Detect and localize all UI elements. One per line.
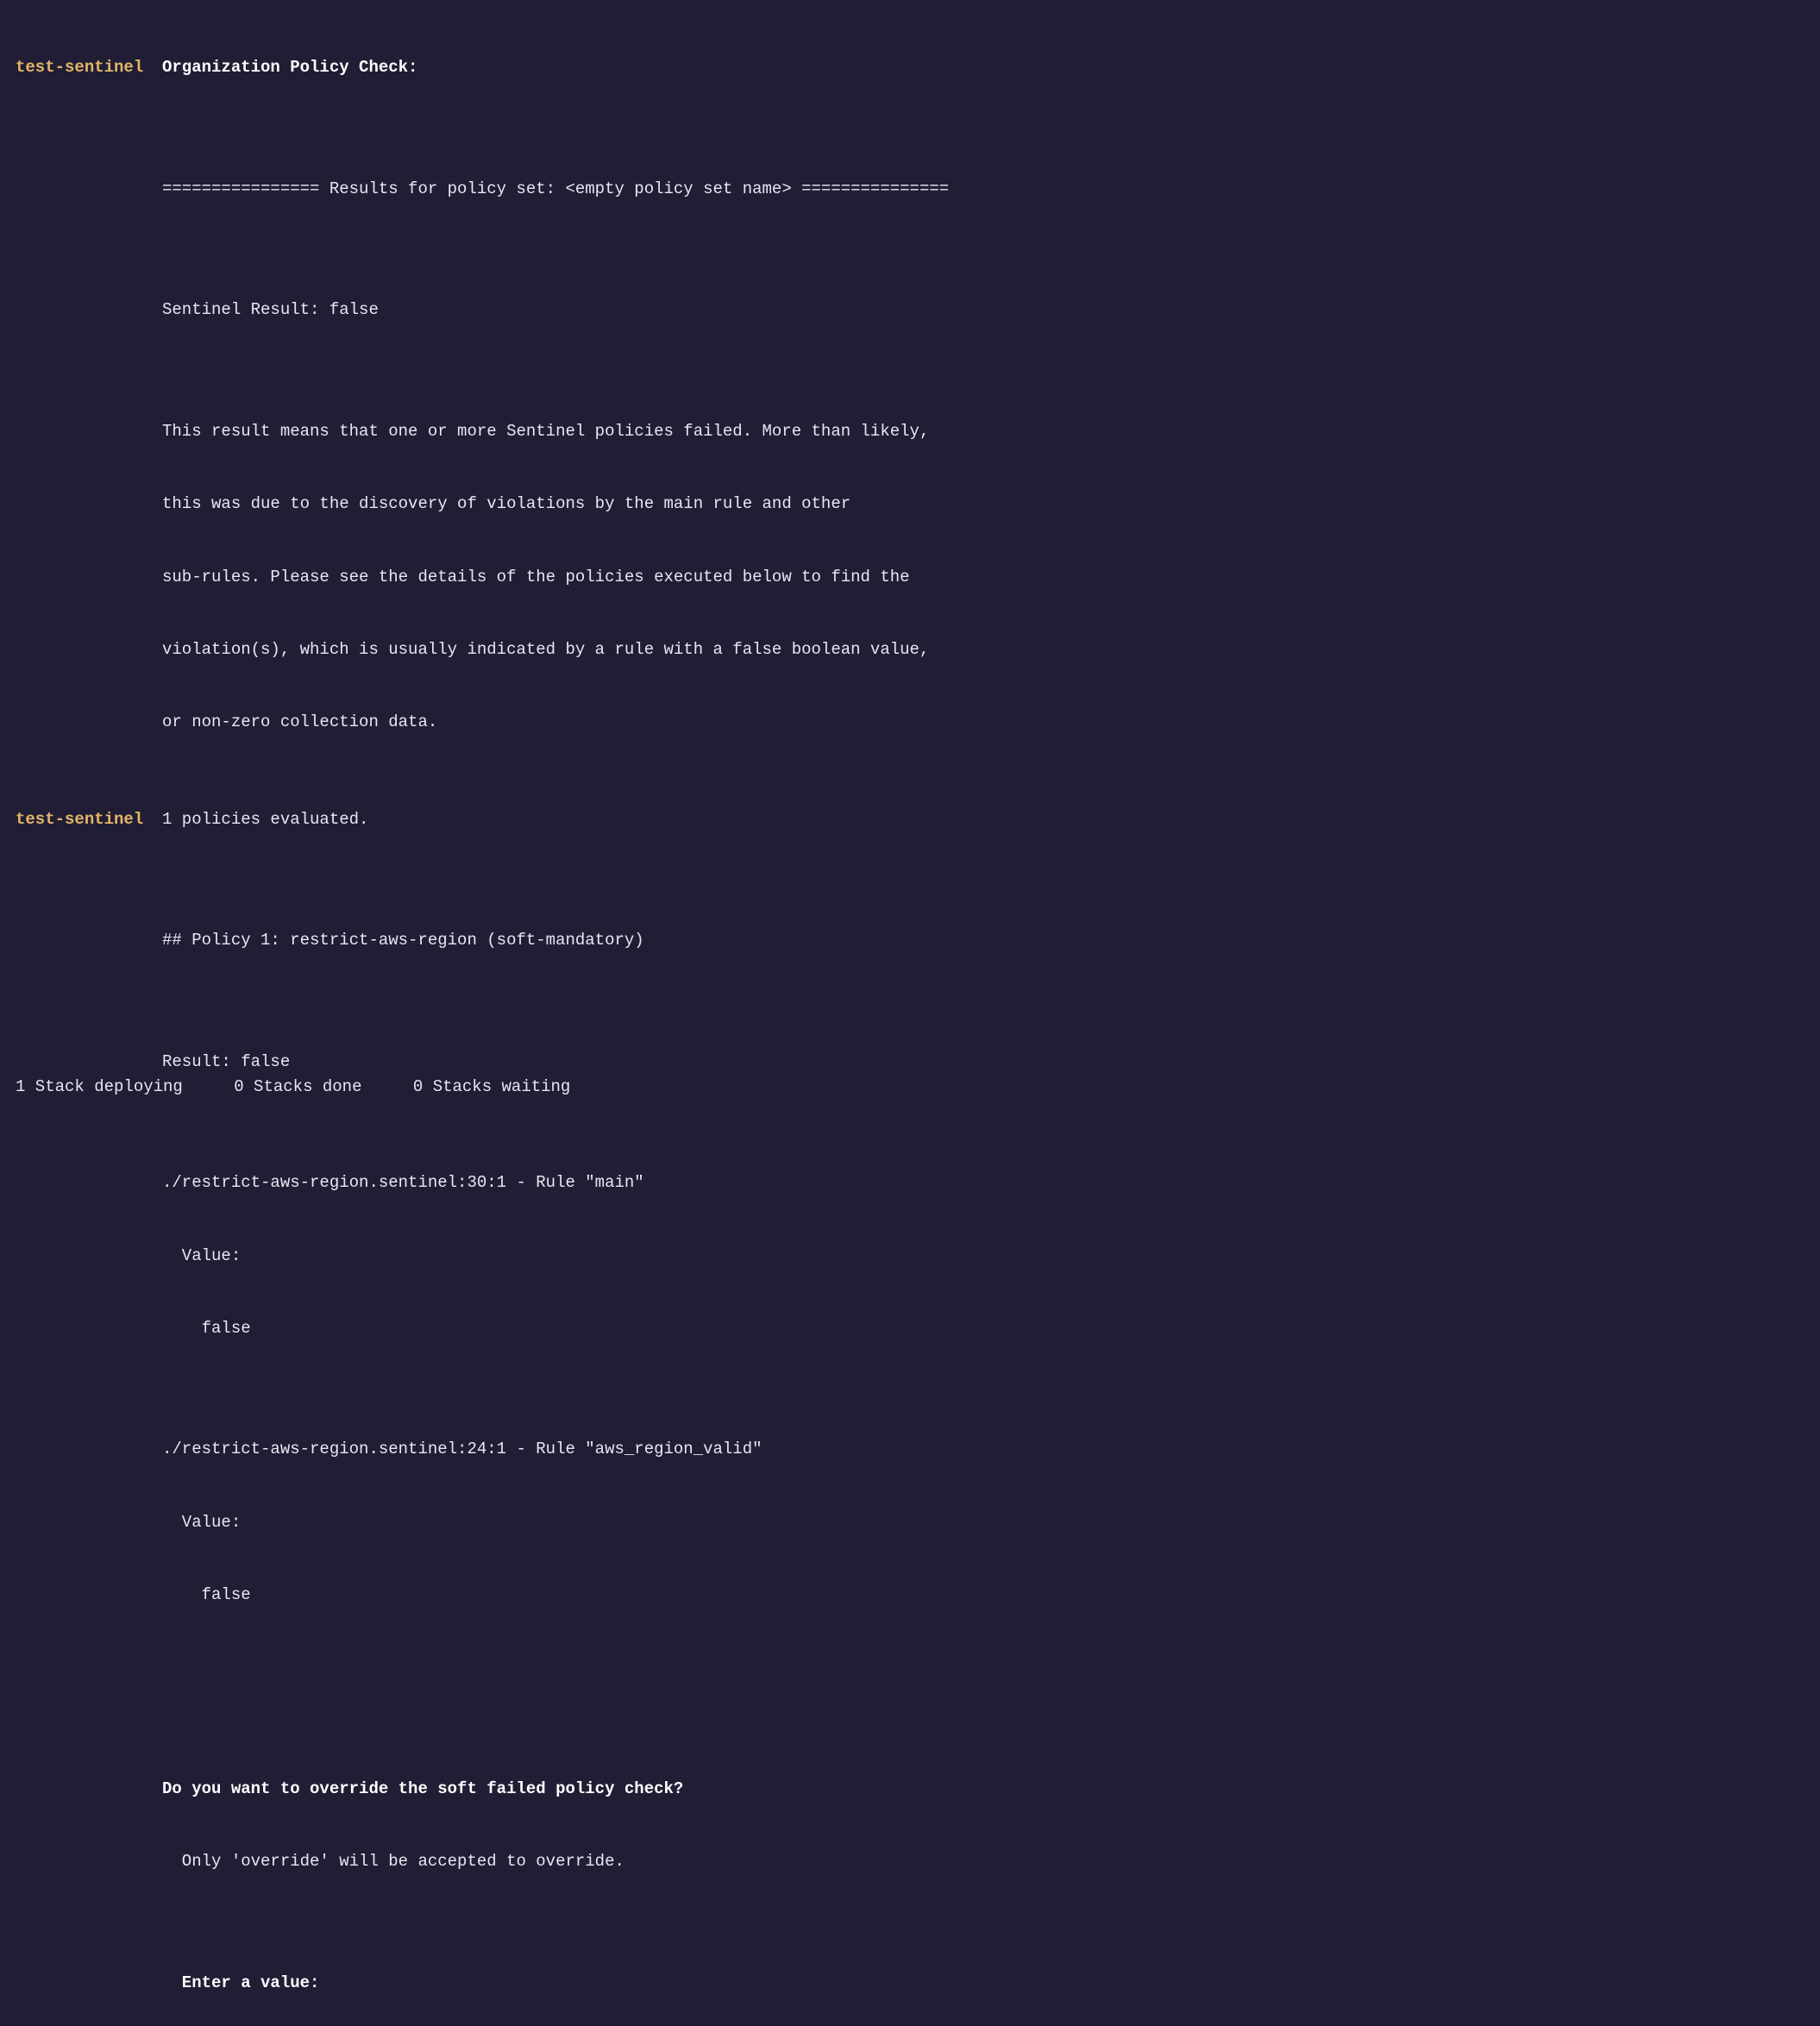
log-line: false (16, 1583, 1804, 1607)
log-line: this was due to the discovery of violati… (16, 492, 1804, 516)
log-text: This result means that one or more Senti… (162, 419, 929, 443)
results-divider: ================ Results for policy set:… (162, 177, 949, 201)
log-line: Value: (16, 1510, 1804, 1534)
log-text: Value: (162, 1510, 241, 1534)
log-text: false (162, 1583, 251, 1607)
log-line: ./restrict-aws-region.sentinel:24:1 - Ru… (16, 1437, 1804, 1461)
log-line: false (16, 1316, 1804, 1340)
status-bar: 1 Stack deploying 0 Stacks done 0 Stacks… (16, 1075, 612, 1099)
terminal-output: test-sentinel Organization Policy Check:… (0, 0, 1820, 2026)
enter-value-prompt: Enter a value: (162, 1971, 329, 1995)
log-line: ## Policy 1: restrict-aws-region (soft-m… (16, 928, 1804, 952)
stack-prefix: test-sentinel (16, 55, 162, 79)
log-text: violation(s), which is usually indicated… (162, 637, 929, 662)
log-text: this was due to the discovery of violati… (162, 492, 850, 516)
override-prompt-hint: Only 'override' will be accepted to over… (162, 1849, 624, 1873)
prompt-hint-line: Only 'override' will be accepted to over… (16, 1849, 1804, 1873)
override-prompt-question: Do you want to override the soft failed … (162, 1777, 683, 1801)
policy-title: ## Policy 1: restrict-aws-region (soft-m… (162, 928, 644, 952)
sentinel-result: Sentinel Result: false (162, 298, 379, 322)
status-waiting: 0 Stacks waiting (413, 1077, 570, 1096)
stack-prefix: test-sentinel (16, 807, 162, 831)
log-text: sub-rules. Please see the details of the… (162, 565, 910, 589)
enter-value-line[interactable]: Enter a value: (16, 1971, 1804, 1995)
log-text: Value: (162, 1244, 241, 1268)
log-line: Sentinel Result: false (16, 298, 1804, 322)
policy-check-header: Organization Policy Check: (162, 55, 417, 79)
log-line: ./restrict-aws-region.sentinel:30:1 - Ru… (16, 1170, 1804, 1195)
log-line: or non-zero collection data. (16, 710, 1804, 734)
log-line: sub-rules. Please see the details of the… (16, 565, 1804, 589)
prompt-line: Do you want to override the soft failed … (16, 1777, 1804, 1801)
rule-aws-region-valid: ./restrict-aws-region.sentinel:24:1 - Ru… (162, 1437, 763, 1461)
log-line: test-sentinel Organization Policy Check: (16, 55, 1804, 79)
log-line: test-sentinel 1 policies evaluated. (16, 807, 1804, 831)
log-line: This result means that one or more Senti… (16, 419, 1804, 443)
log-text: false (162, 1316, 251, 1340)
log-line: ================ Results for policy set:… (16, 177, 1804, 201)
policies-evaluated: 1 policies evaluated. (162, 807, 368, 831)
status-deploying: 1 Stack deploying (16, 1077, 183, 1096)
log-line: Result: false (16, 1050, 1804, 1074)
status-done: 0 Stacks done (234, 1077, 361, 1096)
log-text: or non-zero collection data. (162, 710, 437, 734)
log-line: violation(s), which is usually indicated… (16, 637, 1804, 662)
log-line: Value: (16, 1244, 1804, 1268)
policy-result: Result: false (162, 1050, 290, 1074)
rule-main: ./restrict-aws-region.sentinel:30:1 - Ru… (162, 1170, 644, 1195)
